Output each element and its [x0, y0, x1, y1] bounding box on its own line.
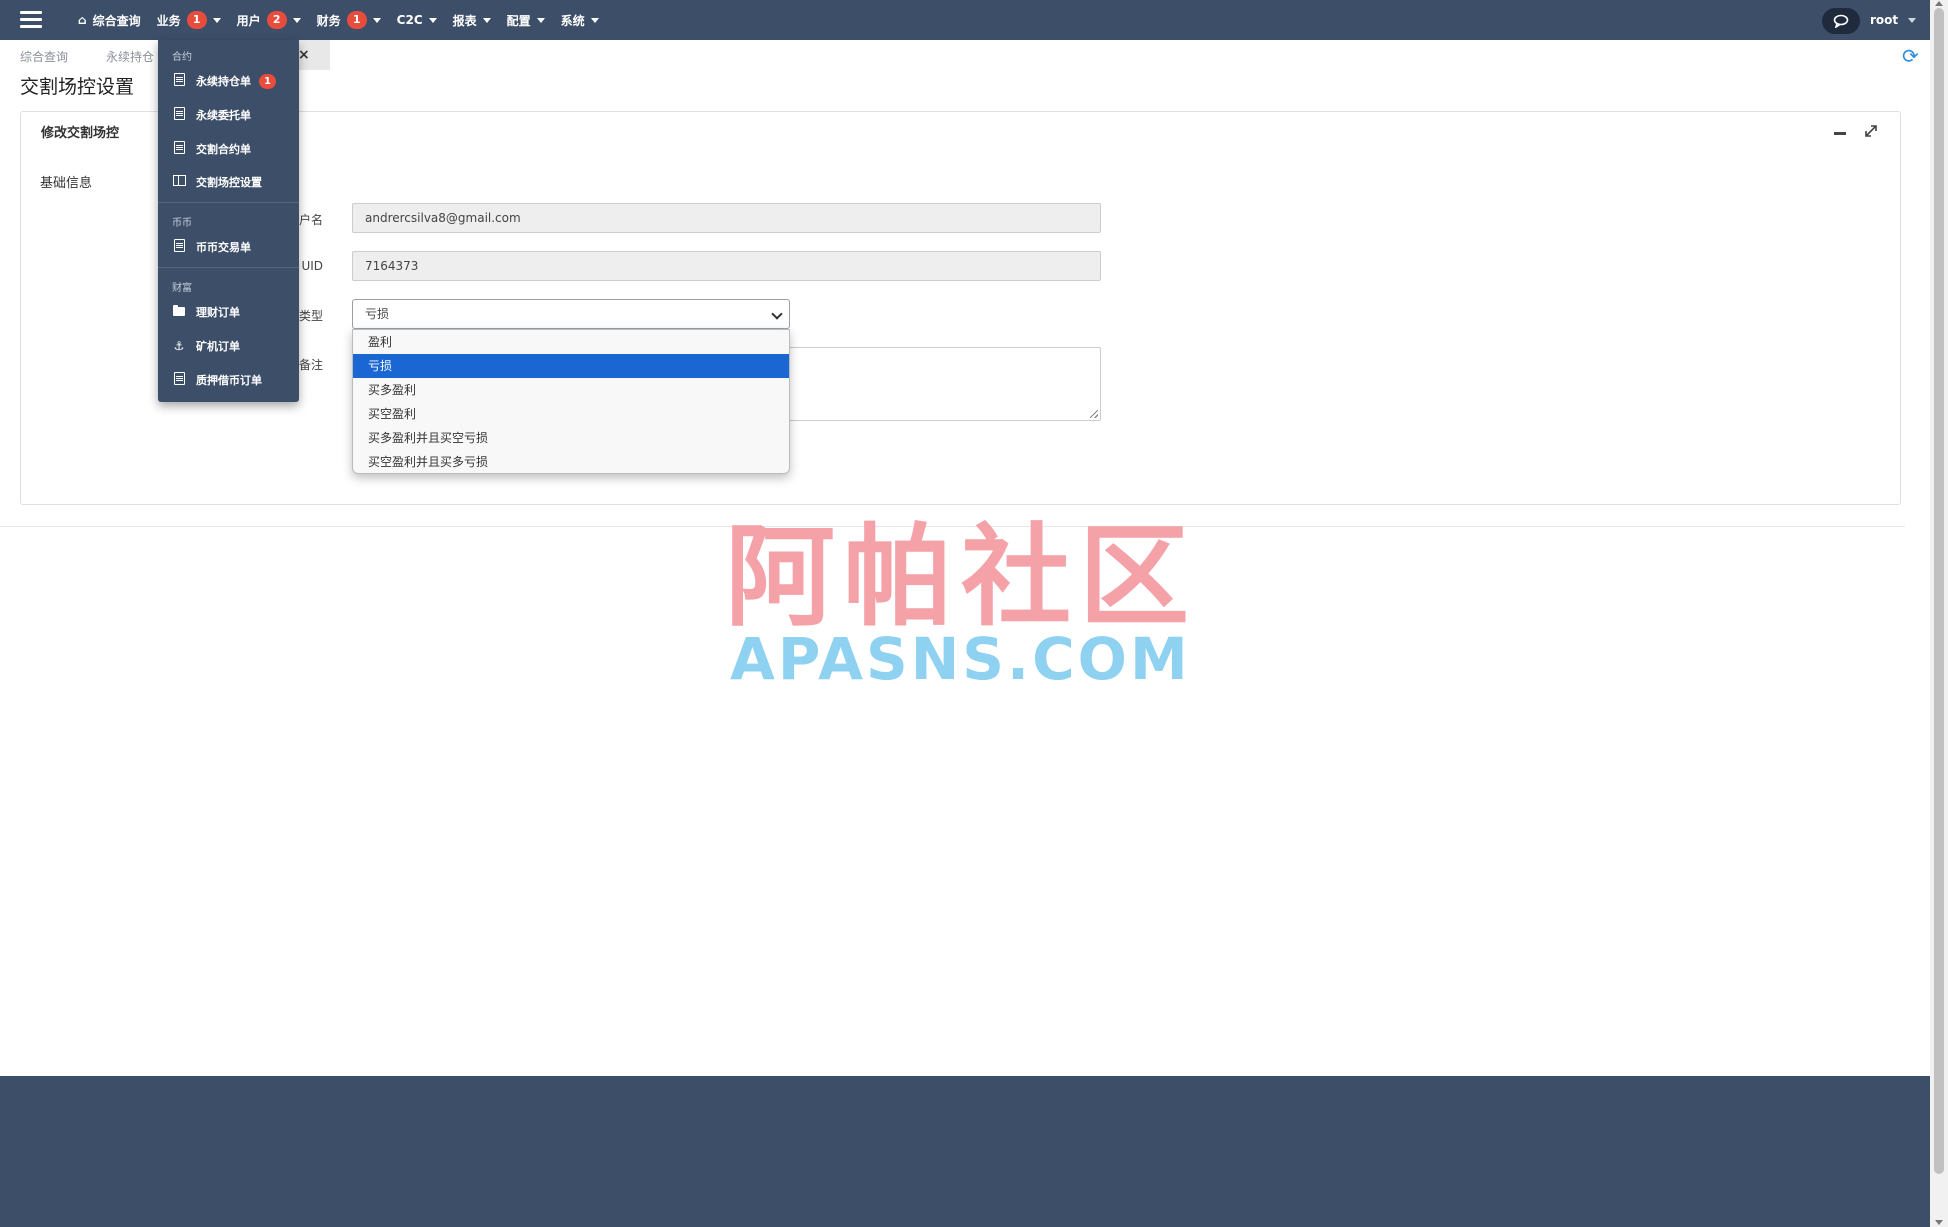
menu-item-label: 交割合约单 [196, 143, 251, 156]
section-label: 基础信息 [40, 176, 93, 191]
nav-item-reports[interactable]: 报表 [453, 12, 491, 29]
nav-item-label: 财务 [316, 13, 341, 28]
username-field[interactable]: andrercsilva8@gmail.com [352, 203, 1101, 233]
type-option[interactable]: 盈利 [353, 330, 789, 354]
collapse-icon[interactable] [1834, 132, 1846, 135]
business-dropdown-menu: 合约 永续持仓单 1 永续委托单 交割合约单 交割场控设置 币币 币币交易单 财… [158, 40, 299, 402]
document-icon [172, 372, 186, 388]
panel-title: 修改交割场控 [41, 126, 120, 141]
menu-item-delivery-contracts[interactable]: 交割合约单 [172, 138, 251, 160]
menu-item-label: 矿机订单 [196, 340, 240, 353]
panel-tools [1834, 124, 1878, 138]
menu-item-label: 币币交易单 [196, 241, 251, 254]
user-menu[interactable]: root [1870, 0, 1917, 40]
watermark-chinese: 阿帕社区 [725, 513, 1197, 641]
type-option-selected[interactable]: 亏损 [353, 354, 789, 378]
caret-down-icon [536, 17, 545, 23]
close-tab-icon[interactable]: × [298, 47, 310, 63]
uid-field[interactable]: 7164373 [352, 251, 1101, 281]
menu-item-perpetual-positions[interactable]: 永续持仓单 1 [172, 70, 276, 92]
caret-down-icon [428, 17, 437, 23]
menu-group-header: 财富 [172, 283, 192, 294]
username: root [1870, 13, 1899, 27]
menu-item-miner-orders[interactable]: ⚓ 矿机订单 [172, 335, 240, 357]
notification-badge: 1 [259, 73, 276, 89]
menu-toggle-icon[interactable] [20, 11, 42, 29]
folder-icon [172, 305, 186, 319]
menu-item-wealth-orders[interactable]: 理财订单 [172, 301, 240, 323]
document-icon [172, 107, 186, 123]
document-icon [172, 141, 186, 157]
menu-group-header: 合约 [172, 52, 192, 63]
nav-item-c2c[interactable]: C2C [397, 13, 437, 27]
nav-item-label: 系统 [560, 13, 585, 28]
type-select-value: 亏损 [365, 307, 390, 321]
menu-divider [158, 202, 299, 203]
type-option[interactable]: 买空盈利 [353, 402, 789, 426]
caret-down-icon [1908, 17, 1917, 23]
type-option[interactable]: 买空盈利并且买多亏损 [353, 450, 789, 474]
watermark-english: APASNS.COM [730, 625, 1191, 693]
nav-item-label: 报表 [452, 13, 477, 28]
caret-down-icon [482, 17, 491, 23]
type-select[interactable]: 亏损 [352, 299, 790, 329]
menu-item-perpetual-orders[interactable]: 永续委托单 [172, 104, 251, 126]
refresh-icon[interactable]: ⟳ [1902, 44, 1919, 68]
expand-icon[interactable] [1864, 124, 1878, 138]
nav-item-label: 配置 [506, 13, 531, 28]
menu-item-label: 交割场控设置 [196, 176, 262, 189]
nav-item-query[interactable]: ⌂ 综合查询 [78, 12, 141, 29]
scrollbar-thumb[interactable] [1934, 8, 1944, 1174]
nav-item-config[interactable]: 配置 [507, 12, 545, 29]
notification-badge: 1 [186, 11, 207, 29]
main-nav: ⌂ 综合查询 业务 1 用户 2 财务 1 C2C 报表 配置 系统 [78, 0, 615, 40]
caret-down-icon [372, 17, 381, 23]
page-title: 交割场控设置 [20, 76, 135, 98]
menu-item-label: 质押借币订单 [196, 374, 262, 387]
notification-badge: 2 [266, 11, 287, 29]
page-footer [0, 1076, 1930, 1227]
caret-down-icon [212, 17, 221, 23]
nav-item-finance[interactable]: 财务 1 [317, 11, 381, 29]
type-options-list: 盈利 亏损 买多盈利 买空盈利 买多盈利并且买空亏损 买空盈利并且买多亏损 [352, 329, 790, 474]
nav-item-label: C2C [396, 13, 423, 27]
menu-item-label: 永续持仓单 [196, 75, 251, 88]
menu-item-label: 永续委托单 [196, 109, 251, 122]
home-icon: ⌂ [78, 13, 87, 27]
menu-item-delivery-control[interactable]: 交割场控设置 [172, 171, 262, 193]
anchor-icon: ⚓ [173, 339, 185, 353]
document-icon [172, 73, 186, 89]
caret-down-icon [292, 17, 301, 23]
scroll-down-icon[interactable] [1935, 1220, 1943, 1225]
nav-item-label: 综合查询 [92, 13, 141, 28]
caret-down-icon [590, 17, 599, 23]
type-option[interactable]: 买多盈利 [353, 378, 789, 402]
menu-divider [158, 267, 299, 268]
chevron-down-icon [771, 308, 783, 320]
nav-item-label: 用户 [236, 13, 261, 28]
breadcrumb-item[interactable]: 永续持仓 [106, 48, 154, 65]
vertical-scrollbar[interactable] [1930, 0, 1948, 1227]
chat-icon [1833, 14, 1849, 28]
nav-item-label: 业务 [156, 13, 181, 28]
chat-button[interactable] [1822, 8, 1860, 34]
nav-item-business[interactable]: 业务 1 [157, 11, 221, 29]
nav-item-users[interactable]: 用户 2 [237, 11, 301, 29]
menu-item-pledge-loans[interactable]: 质押借币订单 [172, 369, 262, 391]
breadcrumb-item[interactable]: 综合查询 [20, 48, 68, 65]
nav-item-system[interactable]: 系统 [561, 12, 599, 29]
menu-item-spot-orders[interactable]: 币币交易单 [172, 236, 251, 258]
resize-handle-icon[interactable] [1090, 410, 1098, 418]
scroll-up-icon[interactable] [1935, 1, 1943, 6]
menu-item-label: 理财订单 [196, 306, 240, 319]
document-icon [172, 239, 186, 255]
menu-group-header: 币币 [172, 218, 192, 229]
type-option[interactable]: 买多盈利并且买空亏损 [353, 426, 789, 450]
columns-icon [172, 175, 186, 189]
notification-badge: 1 [346, 11, 367, 29]
top-navbar: ⌂ 综合查询 业务 1 用户 2 财务 1 C2C 报表 配置 系统 root [0, 0, 1930, 40]
